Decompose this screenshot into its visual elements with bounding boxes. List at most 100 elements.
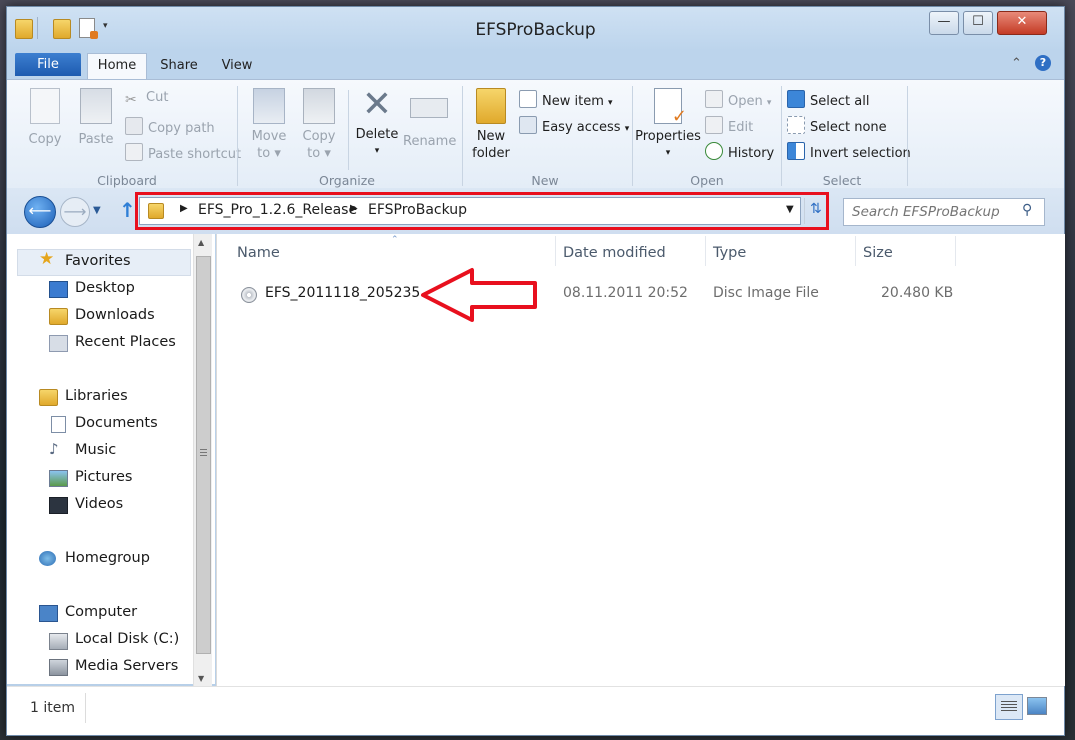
paste-shortcut-button[interactable]: Paste shortcut xyxy=(125,143,241,162)
search-box[interactable]: ⚲ xyxy=(843,198,1045,226)
ribbon: Copy Paste ✂ Cut Copy path Paste shortcut… xyxy=(7,79,1064,189)
nav-favorites[interactable]: Favorites xyxy=(65,253,131,269)
nav-libraries[interactable]: Libraries xyxy=(65,388,128,404)
copy-to-button[interactable]: Copy to ▾ xyxy=(295,88,343,162)
search-input[interactable] xyxy=(850,202,1014,222)
rename-button[interactable]: Rename xyxy=(403,88,456,149)
delete-x-icon: ✕ xyxy=(361,84,393,125)
cut-label: Cut xyxy=(146,90,169,105)
close-button[interactable]: ✕ xyxy=(997,11,1047,35)
select-all-label: Select all xyxy=(810,94,870,109)
properties-label: Properties xyxy=(635,129,701,144)
search-icon[interactable]: ⚲ xyxy=(1022,202,1032,218)
nav-homegroup[interactable]: Homegroup xyxy=(65,550,150,566)
minimize-button[interactable]: — xyxy=(929,11,959,35)
nav-computer[interactable]: Computer xyxy=(65,604,137,620)
select-none-button[interactable]: Select none xyxy=(787,116,887,135)
invert-selection-icon xyxy=(787,142,805,160)
group-label-select: Select xyxy=(822,173,862,188)
column-header-name[interactable]: Name xyxy=(237,245,280,261)
music-note-icon: ♪ xyxy=(49,440,59,458)
properties-button[interactable]: ✓ Properties ▾ xyxy=(635,88,701,162)
new-item-icon xyxy=(519,90,537,108)
nav-downloads[interactable]: Downloads xyxy=(75,307,155,323)
maximize-button[interactable]: ☐ xyxy=(963,11,993,35)
copy-path-icon xyxy=(125,117,143,135)
tab-home[interactable]: Home xyxy=(87,53,147,80)
select-all-button[interactable]: Select all xyxy=(787,90,869,109)
paste-shortcut-label: Paste shortcut xyxy=(148,147,242,162)
recent-locations-chevron-down-icon[interactable]: ▼ xyxy=(93,205,101,216)
file-date-modified: 08.11.2011 20:52 xyxy=(563,285,688,301)
paste-label: Paste xyxy=(78,132,114,147)
homegroup-icon xyxy=(39,551,56,566)
group-separator xyxy=(781,86,782,186)
navigation-scrollbar[interactable]: ▲ ▼ xyxy=(193,234,212,686)
annotation-arrow-icon xyxy=(421,268,537,322)
navigation-bar: ⟵ ⟶ ▼ ↑ ▶ EFS_Pro_1.2.6_Release ▶ EFSPro… xyxy=(7,188,1064,234)
nav-pictures[interactable]: Pictures xyxy=(75,469,132,485)
easy-access-icon xyxy=(519,116,537,134)
minimize-ribbon-icon[interactable]: ⌃ xyxy=(1011,56,1022,71)
copy-path-button[interactable]: Copy path xyxy=(125,117,215,136)
copy-path-label: Copy path xyxy=(148,121,215,136)
delete-label: Delete xyxy=(355,127,399,142)
paste-shortcut-icon xyxy=(125,143,143,161)
group-separator xyxy=(462,86,463,186)
media-servers-icon xyxy=(49,659,68,676)
local-disk-icon xyxy=(49,633,68,650)
status-bar: 1 item xyxy=(7,686,1064,735)
move-to-button[interactable]: Move to ▾ xyxy=(245,88,293,162)
file-list: ⌃ Name Date modified Type Size EFS_20111… xyxy=(216,234,1065,686)
scroll-down-icon[interactable]: ▼ xyxy=(198,674,204,683)
invert-selection-label: Invert selection xyxy=(810,146,911,161)
copy-to-icon xyxy=(303,88,335,124)
copy-icon xyxy=(30,88,60,124)
group-separator xyxy=(907,86,908,186)
nav-media-servers[interactable]: Media Servers xyxy=(75,658,178,674)
new-folder-button[interactable]: New folder xyxy=(467,88,515,162)
ribbon-tabs: File Home Share View ⌃ ? xyxy=(7,51,1064,80)
tab-share[interactable]: Share xyxy=(157,55,201,77)
help-icon[interactable]: ? xyxy=(1035,55,1051,71)
easy-access-button[interactable]: Easy access ▾ xyxy=(519,116,629,135)
tab-file[interactable]: File xyxy=(15,53,81,76)
group-label-organize: Organize xyxy=(319,173,375,188)
easy-access-label: Easy access xyxy=(542,120,621,135)
divider xyxy=(348,90,349,170)
cut-button[interactable]: ✂ Cut xyxy=(125,90,168,108)
explorer-window: ▾ EFSProBackup — ☐ ✕ File Home Share Vie… xyxy=(6,6,1065,736)
tab-view[interactable]: View xyxy=(217,55,257,77)
back-arrow-icon[interactable]: ⟵ xyxy=(24,196,56,228)
column-header-size[interactable]: Size xyxy=(863,245,893,261)
column-header-date-modified[interactable]: Date modified xyxy=(563,245,666,261)
nav-documents[interactable]: Documents xyxy=(75,415,158,431)
history-button[interactable]: History xyxy=(705,142,774,161)
details-view-icon[interactable] xyxy=(995,694,1023,720)
copy-button[interactable]: Copy xyxy=(21,88,69,147)
open-button[interactable]: Open ▾ xyxy=(705,90,771,109)
table-row[interactable]: EFS_2011118_205235 08.11.2011 20:52 Disc… xyxy=(229,280,979,308)
nav-videos[interactable]: Videos xyxy=(75,496,123,512)
move-to-label-2: to xyxy=(257,146,271,161)
column-header-type[interactable]: Type xyxy=(713,245,746,261)
file-name[interactable]: EFS_2011118_205235 xyxy=(265,285,420,301)
libraries-icon xyxy=(39,389,58,406)
nav-local-disk[interactable]: Local Disk (C:) xyxy=(75,631,179,647)
new-item-button[interactable]: New item ▾ xyxy=(519,90,613,109)
delete-button[interactable]: ✕ Delete ▾ xyxy=(353,84,401,160)
scroll-thumb[interactable] xyxy=(196,256,211,654)
nav-desktop[interactable]: Desktop xyxy=(75,280,135,296)
nav-music[interactable]: Music xyxy=(75,442,116,458)
invert-selection-button[interactable]: Invert selection xyxy=(787,142,911,161)
large-icons-view-icon[interactable] xyxy=(1027,697,1047,715)
up-arrow-icon[interactable]: ↑ xyxy=(119,198,136,222)
group-label-new: New xyxy=(531,173,559,188)
paste-button[interactable]: Paste xyxy=(71,88,121,147)
rename-icon xyxy=(410,98,448,118)
move-to-icon xyxy=(253,88,285,124)
scroll-up-icon[interactable]: ▲ xyxy=(198,238,204,247)
edit-button[interactable]: Edit xyxy=(705,116,753,135)
nav-recent-places[interactable]: Recent Places xyxy=(75,334,176,350)
forward-arrow-icon[interactable]: ⟶ xyxy=(60,197,90,227)
